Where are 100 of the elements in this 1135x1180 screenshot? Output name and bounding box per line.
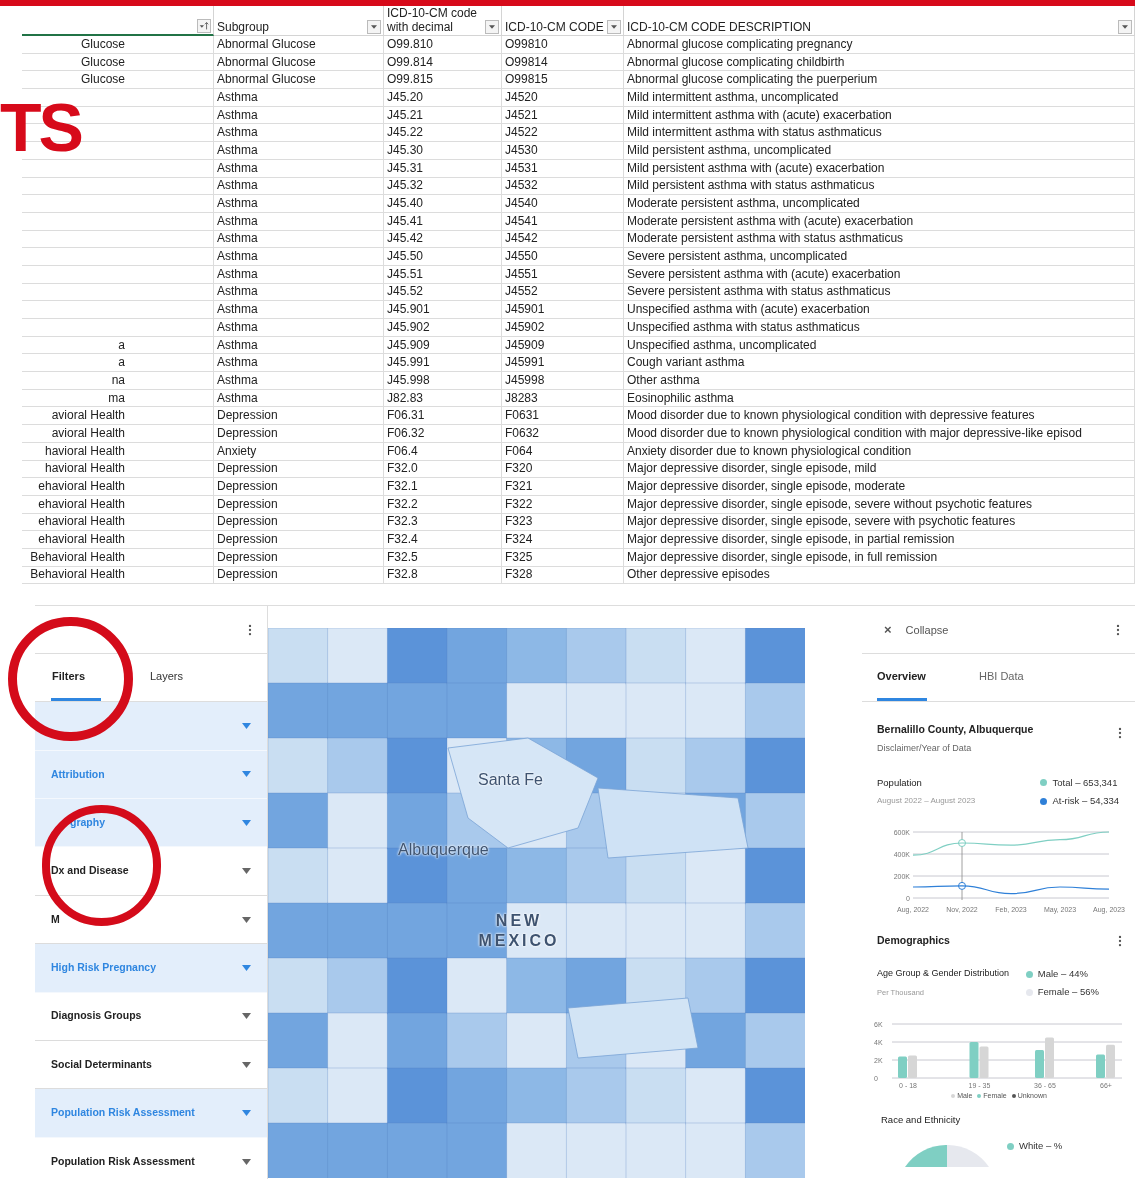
table-cell: Abnormal glucose complicating pregnancy [624, 36, 1135, 54]
table-cell: Asthma [214, 319, 384, 337]
table-cell: Abnormal Glucose [214, 53, 384, 72]
table-cell: F06.32 [384, 425, 502, 443]
caret-icon [242, 1013, 251, 1020]
table-cell: F064 [502, 442, 624, 461]
collapse-button[interactable]: × Collapse [884, 620, 949, 640]
column-header-label: Subgroup [217, 20, 270, 34]
filter-dropdown-icon[interactable] [607, 20, 621, 34]
filter-label: Attribution [51, 766, 105, 782]
table-cell: F32.2 [384, 495, 502, 514]
caret-icon [242, 1110, 251, 1117]
table-cell: Abnormal glucose complicating the puerperium [624, 71, 1135, 90]
table-cell: Anxiety disorder due to known physiological condition [624, 442, 1135, 461]
table-cell: O99.814 [384, 53, 502, 72]
caret-icon [242, 916, 251, 923]
table-cell: ma [22, 389, 214, 408]
table-cell: Depression [214, 495, 384, 514]
panel-tab[interactable]: HBI Data [979, 654, 1024, 702]
filter-label: M [51, 911, 60, 927]
map-label: Albuquerque [398, 840, 489, 861]
filter-label: Dx and Disease [51, 863, 129, 879]
table-cell: Other asthma [624, 372, 1135, 390]
table-cell: J45.901 [384, 301, 502, 319]
table-cell: Asthma [214, 106, 384, 125]
table-cell: J4532 [502, 177, 624, 196]
table-cell: Depression [214, 407, 384, 426]
table-cell: Depression [214, 478, 384, 496]
table-cell: F321 [502, 478, 624, 496]
table-cell: F32.5 [384, 548, 502, 567]
table-cell: Unspecified asthma with status asthmaticus [624, 319, 1135, 337]
table-cell: Asthma [214, 142, 384, 160]
table-cell: J45.21 [384, 106, 502, 125]
choropleth-map-drawing[interactable] [268, 628, 805, 1179]
table-cell: avioral Health [22, 407, 214, 426]
close-icon: × [884, 620, 892, 640]
table-cell: Unspecified asthma with (acute) exacerbation [624, 301, 1135, 319]
table-cell: Major depressive disorder, single episode, severe with psychotic features [624, 513, 1135, 532]
table-cell: F323 [502, 513, 624, 532]
table-cell: Asthma [214, 195, 384, 213]
table-cell: O99810 [502, 36, 624, 54]
table-cell: Severe persistent asthma with status asthmaticus [624, 283, 1135, 302]
table-cell: J45902 [502, 319, 624, 337]
panel-tab[interactable]: Overview [877, 654, 927, 702]
table-cell: havioral Health [22, 460, 214, 479]
table-cell: J4530 [502, 142, 624, 160]
table-cell: ehavioral Health [22, 495, 214, 514]
date-range: August 2022 – August 2023 [877, 795, 976, 808]
table-cell: J45909 [502, 336, 624, 355]
table-cell: a [22, 354, 214, 373]
table-cell: J82.83 [384, 389, 502, 408]
panel-tab[interactable]: Layers [149, 654, 185, 702]
section-title: Population [877, 775, 923, 790]
table-cell: J45901 [502, 301, 624, 319]
slide-title: TS [0, 92, 81, 162]
table-cell: Major depressive disorder, single episode, severe without psychotic features [624, 495, 1135, 514]
table-cell: Depression [214, 531, 384, 549]
table-cell: Mild intermittent asthma with (acute) exacerbation [624, 106, 1135, 125]
caret-icon [242, 1061, 251, 1068]
table-cell: Behavioral Health [22, 548, 214, 567]
filter-dropdown-icon[interactable] [485, 20, 499, 34]
table-cell: F32.1 [384, 478, 502, 496]
table-cell: Anxiety [214, 442, 384, 461]
table-cell: J8283 [502, 389, 624, 408]
table-cell: F06.31 [384, 407, 502, 426]
table-cell: Mild persistent asthma with status asthmaticus [624, 177, 1135, 196]
table-cell: Asthma [214, 283, 384, 302]
table-cell: J45998 [502, 372, 624, 390]
filter-label: Diagnosis Groups [51, 1008, 142, 1024]
table-cell: Asthma [214, 248, 384, 266]
table-cell: Moderate persistent asthma with status asthmaticus [624, 230, 1135, 249]
table-cell: havioral Health [22, 442, 214, 461]
column-header-label: ICD-10-CM CODE [505, 20, 604, 34]
table-cell: F32.3 [384, 513, 502, 532]
table-cell: J4551 [502, 265, 624, 284]
table-cell: O99.810 [384, 36, 502, 54]
table-cell: Asthma [214, 354, 384, 373]
table-cell: J4520 [502, 89, 624, 107]
location-subtitle: Disclaimer/Year of Data [877, 742, 973, 756]
caret-icon [242, 1158, 251, 1165]
table-cell: Behavioral Health [22, 566, 214, 585]
table-cell: Asthma [214, 372, 384, 390]
table-cell: Asthma [214, 212, 384, 231]
filter-dropdown-icon[interactable] [1118, 20, 1132, 34]
table-cell: Asthma [214, 389, 384, 408]
legend-label: Male – 44% [1037, 967, 1088, 982]
filter-label: Population Risk Assessment [51, 1153, 195, 1169]
sort-filter-icon[interactable] [197, 19, 211, 33]
table-cell: Abnormal glucose complicating childbirth [624, 53, 1135, 72]
table-cell: Depression [214, 513, 384, 532]
table-cell: J4522 [502, 124, 624, 143]
table-cell: Glucose [22, 36, 214, 54]
table-cell: Depression [214, 566, 384, 585]
filter-accordion-item[interactable] [35, 702, 267, 751]
filter-dropdown-icon[interactable] [367, 20, 381, 34]
table-cell: F32.4 [384, 531, 502, 549]
table-cell: J45.42 [384, 230, 502, 249]
table-cell: Major depressive disorder, single episode, in full remission [624, 548, 1135, 567]
table-cell: Cough variant asthma [624, 354, 1135, 373]
table-cell: Major depressive disorder, single episode, moderate [624, 478, 1135, 496]
